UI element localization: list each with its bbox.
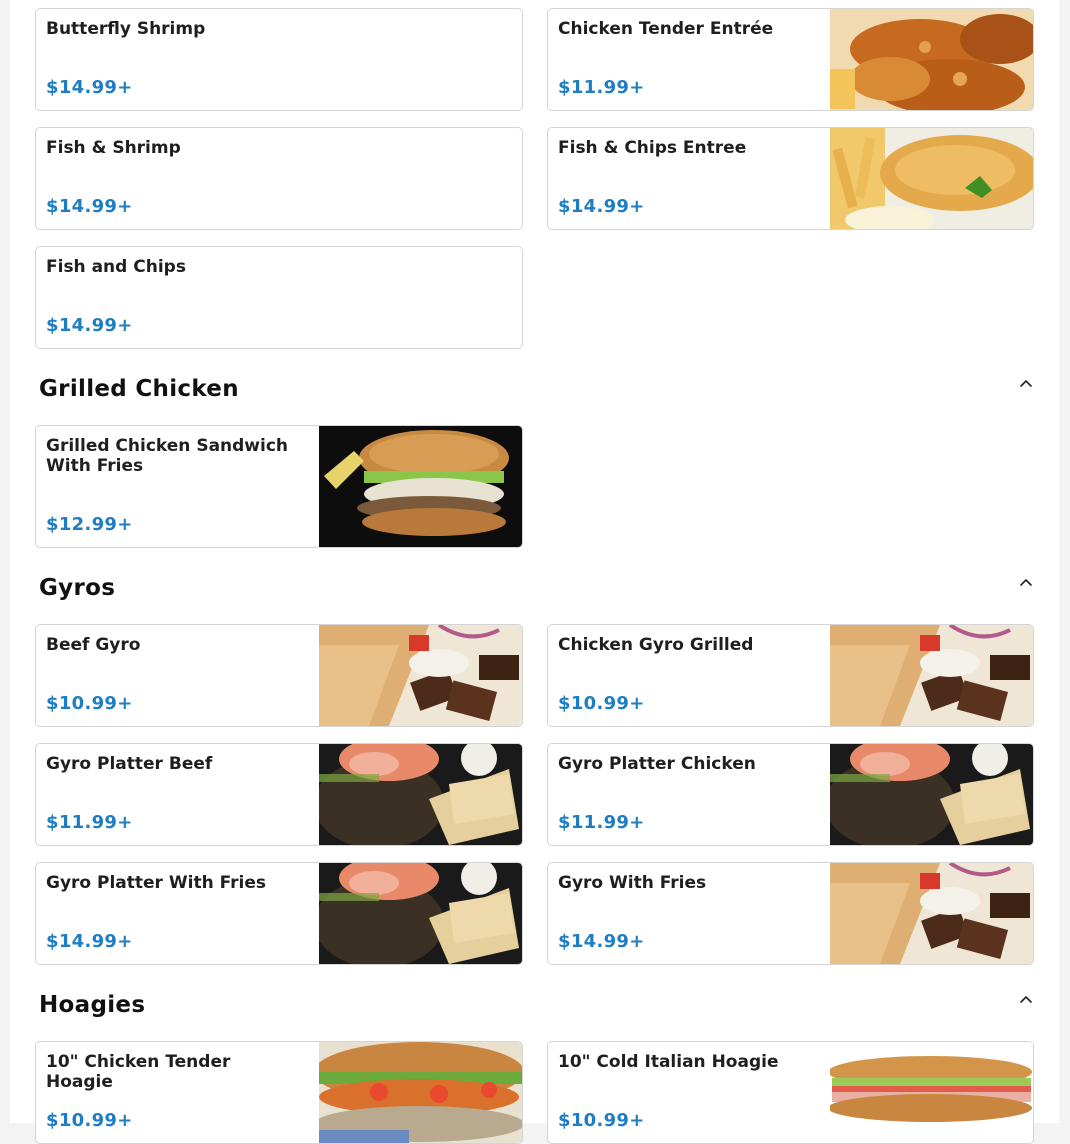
- menu-page: Butterfly Shrimp $14.99+ Chicken Tender …: [10, 0, 1059, 1144]
- chevron-up-icon[interactable]: [1018, 991, 1034, 1007]
- menu-item-price: $11.99+: [46, 812, 133, 833]
- menu-item-name: Fish and Chips: [46, 257, 186, 277]
- chevron-up-icon[interactable]: [1018, 375, 1034, 391]
- menu-item-name: Gyro Platter With Fries: [46, 873, 266, 893]
- menu-item-name: Butterfly Shrimp: [46, 19, 206, 39]
- menu-item-price: $14.99+: [46, 315, 133, 336]
- gyro-wrap-photo: [830, 625, 1033, 726]
- menu-item-card[interactable]: Fish & Shrimp $14.99+: [35, 127, 523, 230]
- menu-item-price: $10.99+: [558, 1110, 645, 1131]
- menu-item-card[interactable]: Chicken Gyro Grilled $10.99+: [547, 624, 1034, 727]
- menu-item-card[interactable]: Gyro Platter Chicken $11.99+: [547, 743, 1034, 846]
- menu-item-card[interactable]: Butterfly Shrimp $14.99+: [35, 8, 523, 111]
- menu-item-name: 10" Cold Italian Hoagie: [558, 1052, 779, 1072]
- menu-item-price: $14.99+: [46, 196, 133, 217]
- gyro-platter-photo: [319, 863, 522, 964]
- menu-item-name: 10" Chicken Tender Hoagie: [46, 1052, 231, 1092]
- gyro-wrap-photo: [319, 625, 522, 726]
- chicken-hoagie-photo: [319, 1042, 522, 1143]
- menu-item-card[interactable]: Fish & Chips Entree $14.99+: [547, 127, 1034, 230]
- section-title-gyros: Gyros: [39, 575, 116, 601]
- menu-item-name: Grilled Chicken Sandwich With Fries: [46, 436, 289, 476]
- menu-item-card[interactable]: 10" Chicken Tender Hoagie $10.99+: [35, 1041, 523, 1144]
- menu-item-card[interactable]: Gyro Platter With Fries $14.99+: [35, 862, 523, 965]
- menu-item-card[interactable]: Beef Gyro $10.99+: [35, 624, 523, 727]
- menu-item-name: Gyro Platter Beef: [46, 754, 213, 774]
- menu-item-name: Fish & Shrimp: [46, 138, 181, 158]
- menu-item-price: $14.99+: [46, 931, 133, 952]
- menu-item-price: $12.99+: [46, 514, 133, 535]
- menu-item-price: $10.99+: [46, 693, 133, 714]
- menu-item-name: Gyro With Fries: [558, 873, 707, 893]
- fried-fish-fillet-photo: [830, 128, 1033, 229]
- menu-item-card[interactable]: Grilled Chicken Sandwich With Fries $12.…: [35, 425, 523, 548]
- menu-item-name: Fish & Chips Entree: [558, 138, 747, 158]
- gyro-platter-photo: [830, 744, 1033, 845]
- menu-item-price: $14.99+: [558, 196, 645, 217]
- chicken-sandwich-photo: [319, 426, 522, 547]
- menu-item-card[interactable]: Chicken Tender Entrée $11.99+: [547, 8, 1034, 111]
- fried-chicken-tenders-photo: [830, 9, 1033, 110]
- menu-item-price: $10.99+: [558, 693, 645, 714]
- menu-item-price: $10.99+: [46, 1110, 133, 1131]
- menu-item-price: $14.99+: [46, 77, 133, 98]
- gyro-wrap-photo: [830, 863, 1033, 964]
- section-title-hoagies: Hoagies: [39, 992, 146, 1018]
- menu-item-price: $11.99+: [558, 77, 645, 98]
- menu-item-name: Chicken Gyro Grilled: [558, 635, 754, 655]
- menu-item-card[interactable]: Gyro With Fries $14.99+: [547, 862, 1034, 965]
- menu-item-price: $11.99+: [558, 812, 645, 833]
- chevron-up-icon[interactable]: [1018, 574, 1034, 590]
- menu-item-card[interactable]: 10" Cold Italian Hoagie $10.99+: [547, 1041, 1034, 1144]
- menu-item-card[interactable]: Fish and Chips $14.99+: [35, 246, 523, 349]
- menu-item-price: $14.99+: [558, 931, 645, 952]
- menu-item-name: Gyro Platter Chicken: [558, 754, 756, 774]
- menu-item-name: Chicken Tender Entrée: [558, 19, 774, 39]
- gyro-platter-photo: [319, 744, 522, 845]
- section-title-grilled-chicken: Grilled Chicken: [39, 376, 239, 402]
- menu-item-card[interactable]: Gyro Platter Beef $11.99+: [35, 743, 523, 846]
- italian-hoagie-photo: [830, 1042, 1033, 1143]
- menu-item-name: Beef Gyro: [46, 635, 141, 655]
